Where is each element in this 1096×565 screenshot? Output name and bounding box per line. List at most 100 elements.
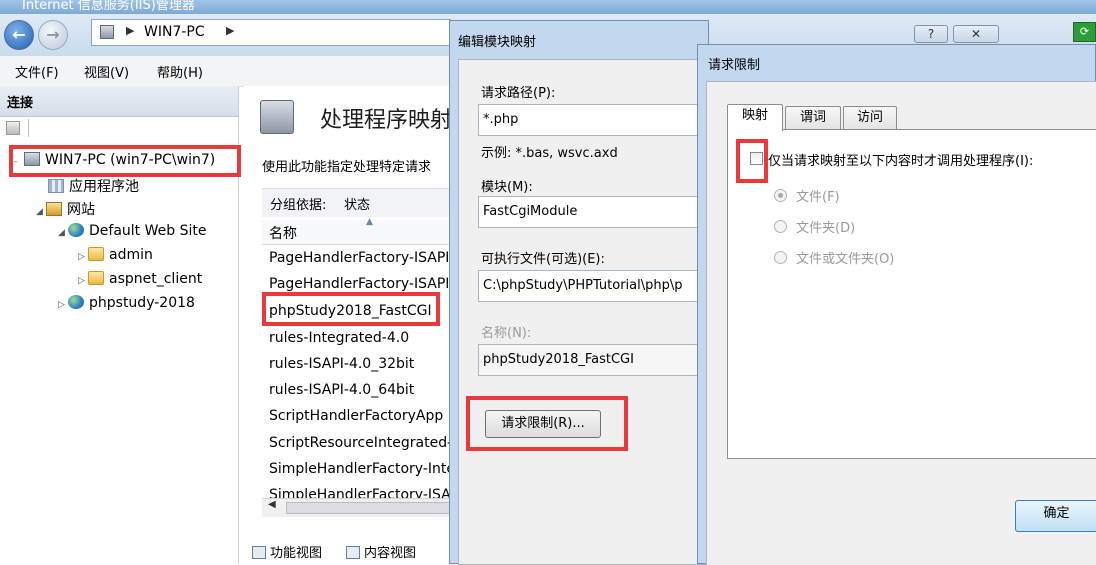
radio-file-or-folder[interactable] xyxy=(774,251,787,264)
tree-item-admin[interactable]: ▷ admin xyxy=(78,247,153,263)
mapping-tab-page: 仅当请求映射至以下内容时才调用处理程序(I): 文件(F) 文件夹(D) 文件或… xyxy=(727,129,1096,459)
dialog-body: 请求路径(P): *.php 示例: *.bas, wsvc.axd 模块(M)… xyxy=(458,59,710,565)
chevron-right-icon[interactable]: ▶ xyxy=(226,24,234,37)
sort-up-icon: ▲ xyxy=(366,217,373,227)
tree-item-aspnet-client[interactable]: ▷ aspnet_client xyxy=(78,271,202,287)
collapse-icon[interactable]: ◢ xyxy=(36,207,46,217)
collapse-icon[interactable]: ◢ xyxy=(58,228,68,238)
server-icon xyxy=(24,152,40,166)
scroll-thumb[interactable] xyxy=(286,502,460,514)
tab-access[interactable]: 访问 xyxy=(843,106,897,130)
tree-item-label: WIN7-PC (win7-PC\win7) xyxy=(45,152,216,168)
menu-file[interactable]: 文件(F) xyxy=(15,62,59,81)
forward-button[interactable]: → xyxy=(38,20,68,50)
executable-input[interactable]: C:\phpStudy\PHPTutorial\php\p xyxy=(478,270,702,302)
address-path-item[interactable]: WIN7-PC xyxy=(144,24,205,40)
dialog-title: 请求限制 xyxy=(708,58,761,73)
table-row[interactable]: ScriptResourceIntegrated- xyxy=(269,435,452,451)
handler-mappings-icon xyxy=(260,100,294,134)
name-input[interactable]: phpStudy2018_FastCGI xyxy=(478,344,702,376)
radio-folder-label: 文件夹(D) xyxy=(796,221,856,236)
tree-item-label: admin xyxy=(109,247,153,263)
horizontal-scrollbar[interactable]: ◀ xyxy=(262,498,462,517)
table-row[interactable]: PageHandlerFactory-ISAPI xyxy=(269,276,449,292)
group-by-bar: 分组依据: 状态 xyxy=(262,188,462,217)
sites-folder-icon xyxy=(46,202,62,216)
radio-file[interactable] xyxy=(774,189,787,202)
table-row[interactable]: ScriptHandlerFactoryApp xyxy=(269,408,443,424)
invoke-only-if-mapped-checkbox[interactable] xyxy=(750,152,763,165)
window-title: Internet 信息服务(IIS)管理器 xyxy=(22,0,195,13)
tree-item-label: aspnet_client xyxy=(109,271,203,287)
menu-help[interactable]: 帮助(H) xyxy=(157,62,203,81)
ok-button[interactable]: 确定 xyxy=(1015,500,1096,532)
executable-label: 可执行文件(可选)(E): xyxy=(481,252,605,267)
chevron-right-icon: ▶ xyxy=(126,24,135,37)
tree-item-server[interactable]: - WIN7-PC (win7-PC\win7) xyxy=(14,152,215,168)
folder-icon xyxy=(88,247,104,261)
column-header-name[interactable]: 名称 ▲ xyxy=(262,217,462,245)
name-label: 名称(N): xyxy=(481,326,532,341)
globe-icon xyxy=(68,223,84,237)
table-row[interactable]: phpStudy2018_FastCGI xyxy=(269,303,432,319)
tree-item-label: Default Web Site xyxy=(89,223,207,239)
expand-icon[interactable]: ▷ xyxy=(78,276,88,286)
folder-icon xyxy=(88,271,104,285)
group-by-select[interactable]: 状态 xyxy=(344,194,370,213)
radio-folder[interactable] xyxy=(774,220,787,233)
tree-item-sites[interactable]: ◢ 网站 xyxy=(36,199,95,219)
server-icon xyxy=(100,25,114,39)
scroll-left-icon[interactable]: ◀ xyxy=(268,499,276,510)
tab-content-view[interactable]: 内容视图 xyxy=(346,542,416,561)
tab-features-view[interactable]: 功能视图 xyxy=(252,542,322,561)
back-button[interactable]: ← xyxy=(4,20,34,50)
menu-bar: 文件(F) 视图(V) 帮助(H) xyxy=(0,56,450,87)
table-row[interactable]: SimpleHandlerFactory-ISA xyxy=(269,487,451,498)
request-path-input[interactable]: *.php xyxy=(478,104,702,136)
edit-module-mapping-dialog: 编辑模块映射 请求路径(P): *.php 示例: *.bas, wsvc.ax… xyxy=(449,20,710,565)
view-tabs: 功能视图 内容视图 xyxy=(252,540,462,564)
group-by-label: 分组依据: xyxy=(270,198,327,213)
connect-icon[interactable] xyxy=(6,121,20,135)
help-button[interactable]: ? xyxy=(914,25,948,43)
tab-strip: 映射 谓词 访问 xyxy=(727,104,1096,131)
connections-header: 连接 xyxy=(0,86,238,117)
request-restrictions-dialog: 请求限制 映射 谓词 访问 仅当请求映射至以下内容时才调用处理程序(I): 文件… xyxy=(697,44,1096,565)
address-bar[interactable]: ▶ WIN7-PC ▶ xyxy=(91,19,451,46)
menu-view[interactable]: 视图(V) xyxy=(84,62,129,81)
table-row[interactable]: SimpleHandlerFactory-Inte xyxy=(269,461,455,477)
app-icon: ⟳ xyxy=(1073,22,1096,42)
page-title: 处理程序映射 xyxy=(320,108,453,133)
table-row[interactable]: rules-ISAPI-4.0_64bit xyxy=(269,382,414,398)
close-button[interactable]: ✕ xyxy=(953,25,999,43)
checkbox-label: 仅当请求映射至以下内容时才调用处理程序(I): xyxy=(768,154,1034,169)
tree-item-default-web-site[interactable]: ◢ Default Web Site xyxy=(58,223,206,239)
expand-icon[interactable]: ▷ xyxy=(58,300,68,310)
request-restrictions-button[interactable]: 请求限制(R)... xyxy=(485,410,601,438)
table-row[interactable]: rules-Integrated-4.0 xyxy=(269,330,409,346)
tree-item-label: 应用程序池 xyxy=(69,179,139,195)
expand-icon[interactable]: ▷ xyxy=(78,252,88,262)
toolbar-divider xyxy=(28,119,29,137)
example-text: 示例: *.bas, wsvc.axd xyxy=(481,146,618,161)
connections-pane: 连接 - WIN7-PC (win7-PC\win7) 应用程序池 ◢ 网站 ◢ De… xyxy=(0,86,239,564)
tree-item-phpstudy[interactable]: ▷ phpstudy-2018 xyxy=(58,295,195,311)
tree-item-label: phpstudy-2018 xyxy=(89,295,195,311)
module-label: 模块(M): xyxy=(481,180,533,195)
connections-toolbar xyxy=(0,117,238,141)
table-row[interactable]: PageHandlerFactory-ISAPI xyxy=(269,250,449,266)
tree-item-app-pools[interactable]: 应用程序池 xyxy=(48,176,139,196)
connections-title: 连接 xyxy=(7,96,34,111)
request-path-label: 请求路径(P): xyxy=(481,86,556,101)
radio-file-or-folder-label: 文件或文件夹(O) xyxy=(796,252,895,267)
tab-verbs[interactable]: 谓词 xyxy=(785,106,841,130)
content-view-icon xyxy=(346,546,360,559)
app-pools-icon xyxy=(48,179,64,193)
module-input[interactable]: FastCgiModule xyxy=(478,196,702,228)
feature-description: 使用此功能指定处理特定请求 xyxy=(262,160,432,175)
tab-mapping[interactable]: 映射 xyxy=(727,104,783,131)
table-row[interactable]: rules-ISAPI-4.0_32bit xyxy=(269,356,414,372)
globe-icon xyxy=(68,295,84,309)
feature-pane: 处理程序映射 使用此功能指定处理特定请求 分组依据: 状态 名称 ▲ PageH… xyxy=(244,86,462,564)
window-title-bar: Internet 信息服务(IIS)管理器 xyxy=(0,0,1096,14)
